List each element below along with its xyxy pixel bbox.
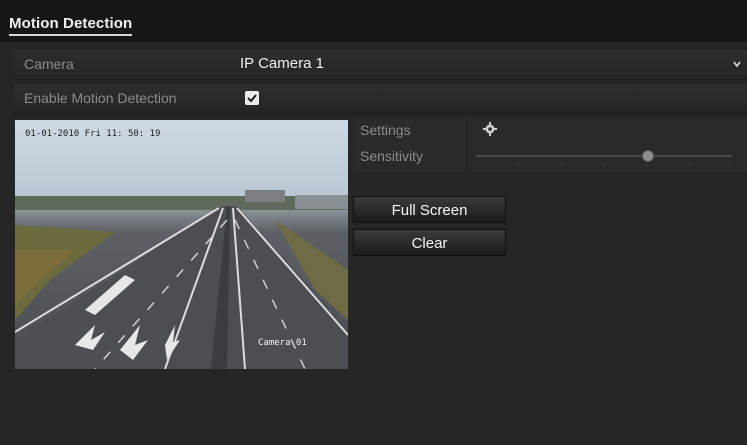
camera-preview[interactable]: 01-01-2010 Fri 11: 50: 19 Camera 01 xyxy=(15,120,348,369)
sensitivity-slider-ticks xyxy=(476,163,732,167)
camera-label: Camera xyxy=(24,56,74,72)
sensitivity-label: Sensitivity xyxy=(360,148,424,164)
highway-scene xyxy=(15,190,348,369)
video-camera-label: Camera 01 xyxy=(258,338,307,348)
video-timestamp: 01-01-2010 Fri 11: 50: 19 xyxy=(25,129,161,139)
chevron-down-icon[interactable] xyxy=(733,60,741,68)
enable-motion-label: Enable Motion Detection xyxy=(24,90,177,106)
camera-row[interactable]: Camera IP Camera 1 xyxy=(14,50,747,80)
sensitivity-slider-handle[interactable] xyxy=(641,150,654,162)
gear-icon[interactable] xyxy=(483,122,497,136)
camera-select-value[interactable]: IP Camera 1 xyxy=(240,55,324,72)
full-screen-button[interactable]: Full Screen xyxy=(353,196,506,223)
enable-motion-row: Enable Motion Detection xyxy=(14,84,747,114)
settings-row: Settings xyxy=(353,118,747,144)
motion-settings-panel: Settings Sensitivity xyxy=(353,118,747,172)
sensitivity-row: Sensitivity xyxy=(353,145,747,171)
settings-label: Settings xyxy=(360,122,411,138)
clear-button[interactable]: Clear xyxy=(353,229,506,256)
page-title: Motion Detection xyxy=(9,15,133,36)
sensitivity-slider-track[interactable] xyxy=(476,155,732,157)
enable-motion-checkbox[interactable] xyxy=(245,91,259,105)
check-icon xyxy=(247,94,257,103)
